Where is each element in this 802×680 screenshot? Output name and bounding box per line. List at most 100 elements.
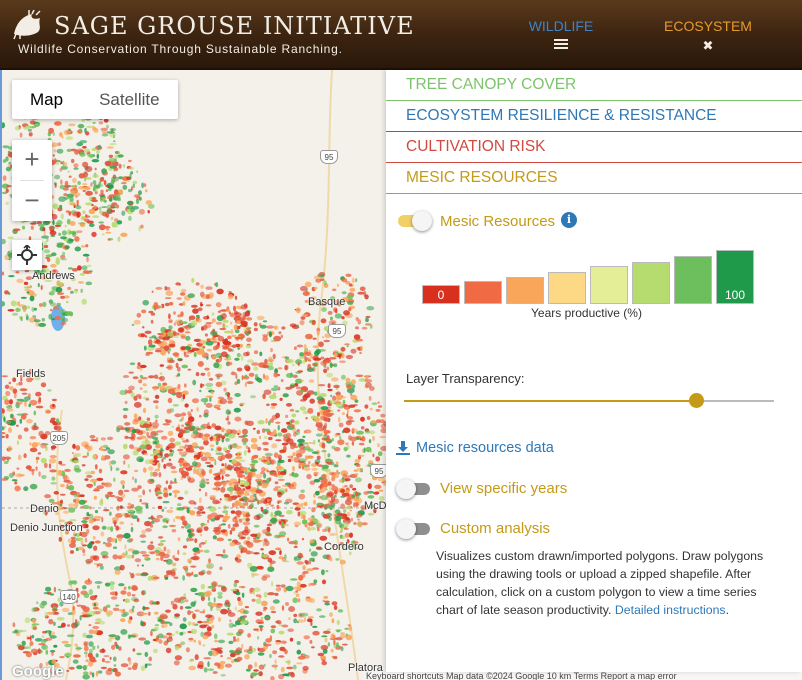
- vegetation-patch: [276, 475, 284, 478]
- vegetation-patch: [89, 223, 95, 228]
- vegetation-patch: [205, 294, 210, 300]
- vegetation-patch: [311, 507, 316, 513]
- vegetation-patch: [233, 636, 236, 640]
- vegetation-patch: [317, 527, 320, 532]
- tab-tree-canopy-cover[interactable]: TREE CANOPY COVER: [386, 70, 802, 101]
- transparency-slider-thumb[interactable]: [689, 393, 705, 408]
- vegetation-patch: [73, 654, 81, 658]
- map-type-satellite-button[interactable]: Satellite: [81, 80, 177, 119]
- vegetation-patch: [278, 655, 285, 658]
- tab-mesic-resources[interactable]: MESIC RESOURCES: [386, 163, 802, 194]
- vegetation-patch: [35, 456, 40, 460]
- vegetation-patch: [344, 532, 350, 538]
- nav-wildlife[interactable]: WILDLIFE: [516, 18, 606, 53]
- vegetation-patch: [88, 270, 93, 273]
- vegetation-patch: [215, 373, 223, 378]
- vegetation-patch: [215, 302, 222, 308]
- mesic-resources-toggle[interactable]: [396, 211, 432, 231]
- vegetation-patch: [162, 525, 168, 529]
- vegetation-patch: [100, 445, 103, 452]
- vegetation-patch: [101, 133, 109, 137]
- detailed-instructions-link[interactable]: Detailed instructions: [615, 603, 726, 617]
- vegetation-patch: [108, 154, 114, 158]
- vegetation-patch: [281, 326, 286, 330]
- vegetation-patch: [5, 390, 11, 397]
- vegetation-patch: [143, 390, 148, 393]
- vegetation-patch: [2, 159, 7, 163]
- map-attribution[interactable]: Keyboard shortcuts Map data ©2024 Google…: [362, 672, 802, 680]
- vegetation-patch: [223, 493, 230, 498]
- vegetation-patch: [269, 394, 277, 400]
- vegetation-patch: [172, 352, 180, 357]
- vegetation-patch: [74, 501, 79, 508]
- vegetation-patch: [250, 443, 258, 450]
- vegetation-patch: [287, 458, 292, 463]
- custom-analysis-toggle[interactable]: [396, 519, 432, 539]
- vegetation-patch: [241, 510, 246, 515]
- vegetation-patch: [225, 437, 230, 442]
- vegetation-patch: [270, 676, 275, 680]
- vegetation-patch: [179, 451, 183, 455]
- vegetation-patch: [214, 529, 221, 535]
- vegetation-patch: [69, 239, 74, 242]
- map-type-map-button[interactable]: Map: [12, 80, 81, 119]
- vegetation-patch: [180, 335, 186, 339]
- zoom-in-button[interactable]: +: [12, 140, 52, 180]
- locate-button[interactable]: [12, 240, 42, 270]
- vegetation-patch: [31, 424, 37, 431]
- vegetation-patch: [134, 558, 142, 563]
- vegetation-patch: [292, 664, 297, 670]
- vegetation-patch: [68, 666, 75, 670]
- vegetation-patch: [128, 660, 132, 665]
- vegetation-patch: [372, 453, 375, 458]
- zoom-out-button[interactable]: −: [12, 181, 52, 221]
- vegetation-patch: [125, 550, 128, 556]
- mesic-data-download-link[interactable]: Mesic resources data: [396, 440, 554, 456]
- tab-cultivation-risk[interactable]: CULTIVATION RISK: [386, 132, 802, 163]
- vegetation-patch: [339, 435, 342, 440]
- vegetation-patch: [230, 329, 234, 335]
- place-fields: Fields: [16, 368, 46, 380]
- vegetation-patch: [29, 295, 35, 302]
- vegetation-patch: [251, 598, 256, 602]
- vegetation-patch: [140, 665, 146, 672]
- specific-years-toggle[interactable]: [396, 479, 432, 499]
- vegetation-patch: [296, 641, 301, 645]
- vegetation-patch: [200, 372, 206, 376]
- vegetation-patch: [98, 121, 104, 125]
- vegetation-patch: [219, 566, 223, 571]
- vegetation-patch: [157, 618, 163, 622]
- site-title[interactable]: SAGE GROUSE INITIATIVE: [54, 12, 415, 40]
- vegetation-patch: [339, 523, 344, 529]
- vegetation-patch: [117, 537, 123, 542]
- vegetation-patch: [98, 608, 102, 612]
- vegetation-patch: [246, 420, 254, 426]
- map-canvas[interactable]: Map Satellite + − Andrews Basque Fields …: [0, 70, 386, 680]
- vegetation-patch: [224, 599, 230, 606]
- vegetation-patch: [182, 301, 186, 306]
- tab-ecosystem-resilience[interactable]: ECOSYSTEM RESILIENCE & RESISTANCE: [386, 101, 802, 132]
- vegetation-patch: [144, 452, 148, 456]
- sage-grouse-logo-icon[interactable]: [10, 10, 46, 40]
- vegetation-patch: [208, 506, 217, 512]
- vegetation-patch: [267, 436, 273, 441]
- vegetation-patch: [287, 628, 295, 632]
- vegetation-patch: [295, 593, 300, 597]
- transparency-slider[interactable]: [404, 393, 774, 408]
- vegetation-patch: [307, 407, 314, 414]
- vegetation-patch: [264, 511, 267, 514]
- highway-shield-95: 95: [370, 464, 386, 478]
- vegetation-patch: [153, 455, 158, 461]
- close-icon[interactable]: ✖: [660, 38, 756, 54]
- vegetation-patch: [44, 241, 48, 246]
- info-icon[interactable]: i: [561, 212, 577, 228]
- vegetation-patch: [60, 258, 68, 261]
- vegetation-patch: [176, 392, 183, 399]
- nav-ecosystem[interactable]: ECOSYSTEM ✖: [660, 18, 756, 54]
- vegetation-patch: [169, 437, 176, 443]
- vegetation-patch: [345, 420, 352, 426]
- vegetation-patch: [203, 439, 209, 446]
- vegetation-patch: [56, 302, 61, 306]
- vegetation-patch: [174, 319, 183, 325]
- vegetation-patch: [264, 428, 271, 432]
